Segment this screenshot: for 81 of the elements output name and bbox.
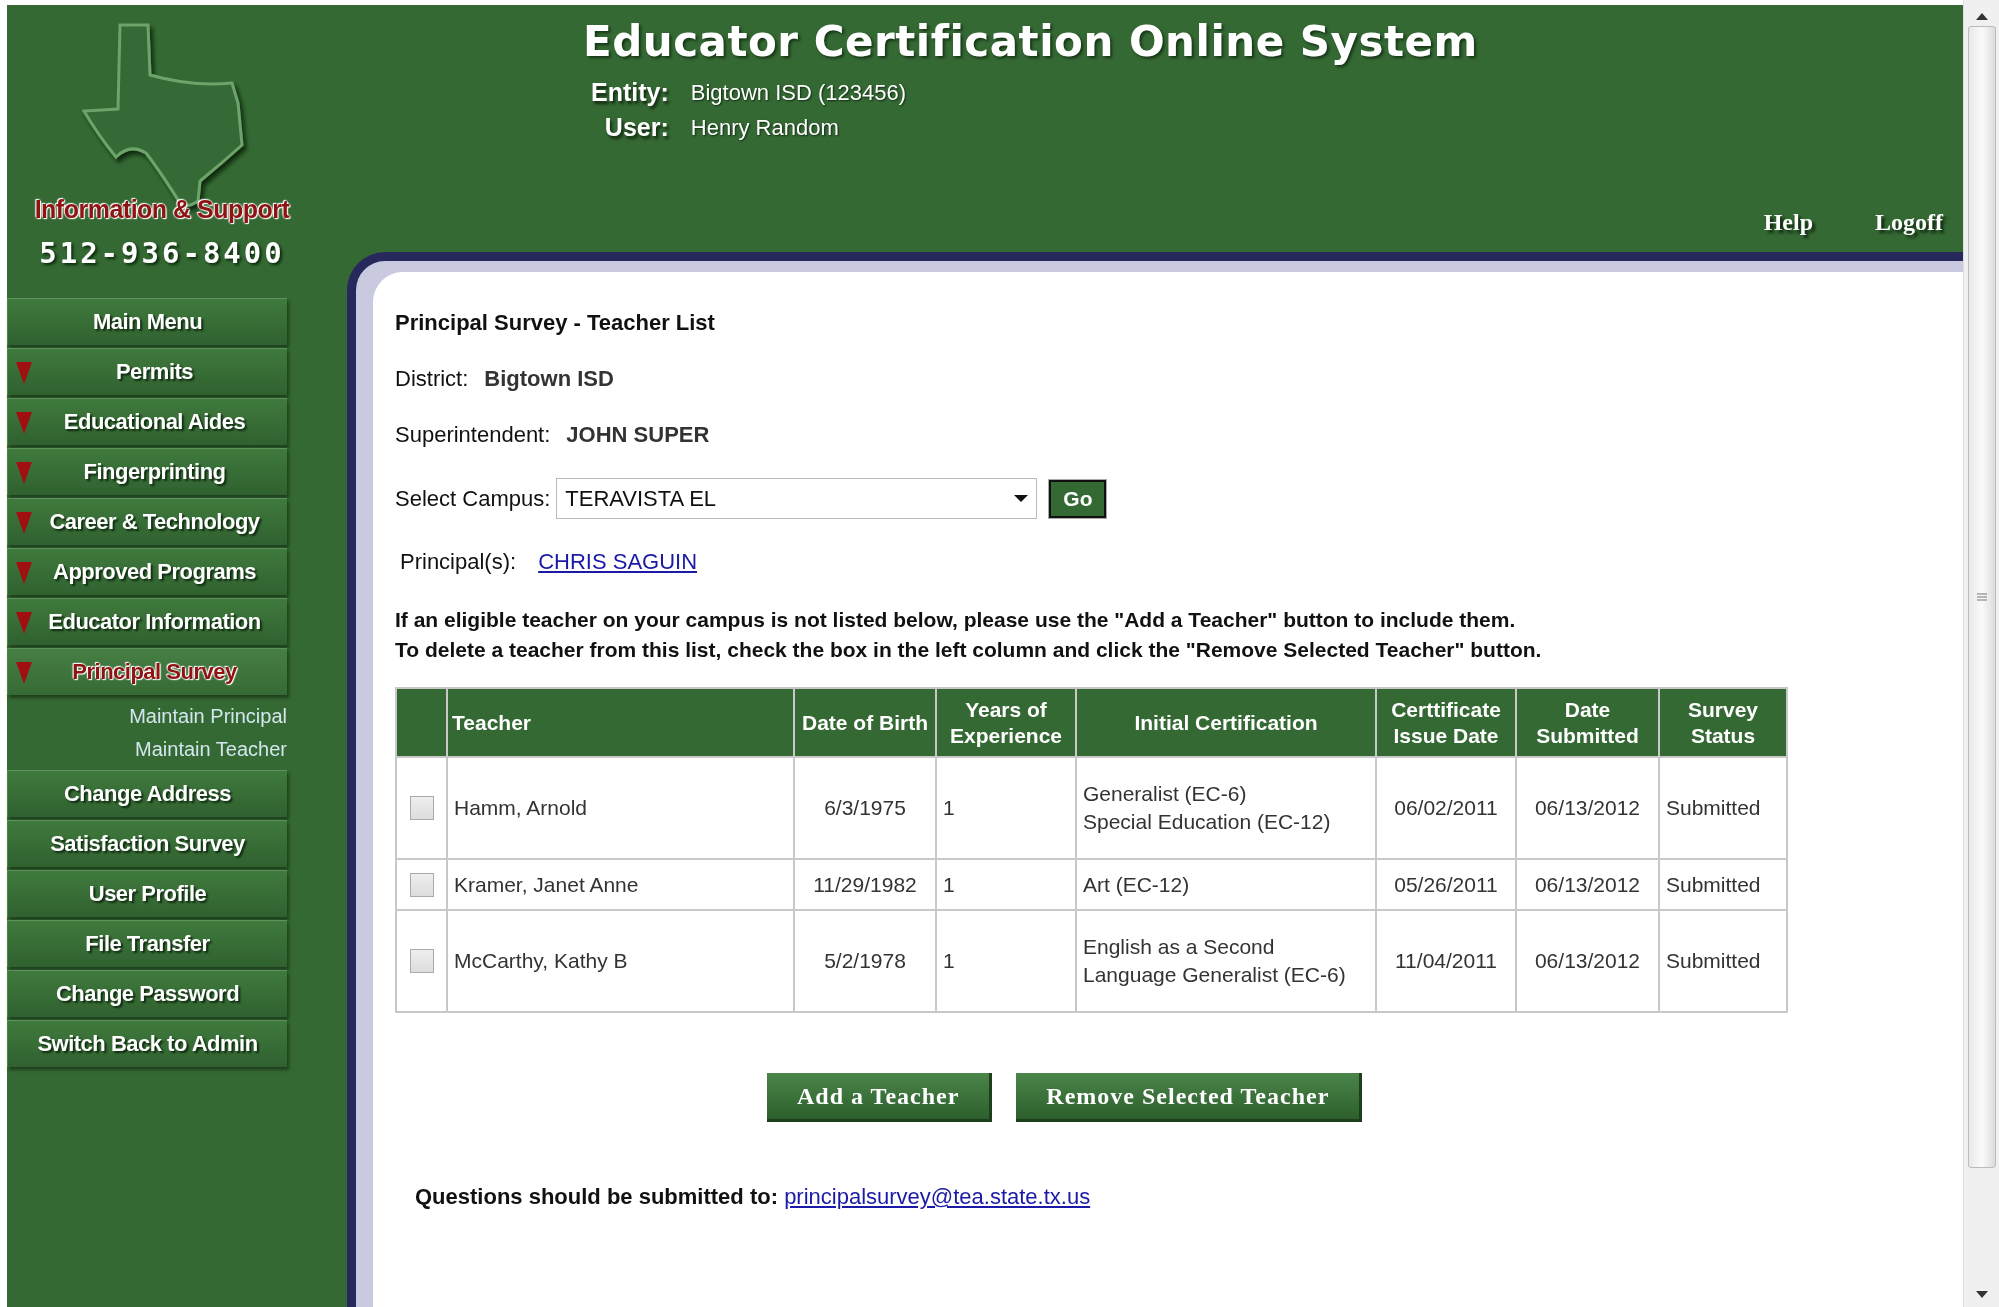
remove-teacher-button[interactable]: Remove Selected Teacher: [1016, 1073, 1363, 1122]
instruction-text: To delete a teacher from this list, check the box in the left column and click the "Remove Selected Teacher" button.: [395, 637, 1543, 663]
table-cell: English as a Second Language Generalist (EC-6): [1076, 910, 1376, 1012]
add-teacher-button[interactable]: Add a Teacher: [767, 1073, 993, 1122]
principals-label: Principal(s):: [400, 549, 517, 575]
sidebar-item[interactable]: User Profile: [7, 870, 287, 917]
table-cell: Hamm, Arnold: [447, 757, 794, 859]
row-checkbox[interactable]: [409, 796, 434, 820]
site-title: Educator Certification Online System: [583, 17, 1478, 66]
scrollbar-thumb[interactable]: [1967, 26, 1996, 1168]
table-cell: 05/26/2011: [1376, 859, 1516, 910]
submenu-item[interactable]: Maintain Principal: [129, 700, 287, 733]
support-label: Information & Support: [34, 195, 290, 224]
campus-label: Select Campus:: [395, 485, 551, 512]
submenu-item[interactable]: Maintain Teacher: [135, 733, 287, 766]
table-cell: Submitted: [1659, 757, 1787, 859]
superintendent-value: JOHN SUPER: [566, 422, 710, 448]
column-header: Teacher: [447, 688, 794, 757]
sidebar-item[interactable]: Permits: [7, 348, 287, 395]
instruction-text: If an eligible teacher on your campus is not listed below, please use the "Add a Teacher" button to include them.: [395, 607, 1517, 633]
sidebar-item[interactable]: Satisfaction Survey: [7, 820, 287, 867]
column-header: Date of Birth: [794, 688, 936, 757]
table-cell: Kramer, Janet Anne: [447, 859, 794, 910]
column-header: Years of Experience: [936, 688, 1076, 757]
caret-icon: [16, 362, 32, 384]
table-cell: Submitted: [1659, 910, 1787, 1012]
footer-text: Questions should be submitted to: principalsurvey@tea.state.tx.us: [415, 1184, 1091, 1210]
sidebar-item[interactable]: Educator Information: [7, 598, 287, 645]
table-cell: 5/2/1978: [794, 910, 936, 1012]
table-cell: 06/13/2012: [1516, 757, 1659, 859]
sidebar-item[interactable]: Fingerprinting: [7, 448, 287, 495]
sidebar-item[interactable]: Approved Programs: [7, 548, 287, 595]
table-cell: 11/04/2011: [1376, 910, 1516, 1012]
header-link[interactable]: Help: [1763, 209, 1813, 236]
caret-icon: [16, 412, 32, 434]
user-label: User:: [604, 113, 669, 142]
table-cell: 06/02/2011: [1376, 757, 1516, 859]
go-button[interactable]: Go: [1049, 479, 1107, 518]
phone-number: 512-936-8400: [39, 236, 285, 270]
column-header: Certtificate Issue Date: [1376, 688, 1516, 757]
sidebar-item[interactable]: Educational Aides: [7, 398, 287, 445]
table-cell: 1: [936, 910, 1076, 1012]
email-link[interactable]: principalsurvey@tea.state.tx.us: [784, 1184, 1091, 1209]
column-header: Initial Certification: [1076, 688, 1376, 757]
caret-icon: [16, 512, 32, 534]
row-checkbox[interactable]: [409, 872, 434, 897]
superintendent-label: Superintendent:: [395, 422, 551, 448]
district-label: District:: [395, 366, 469, 392]
table-cell: 1: [936, 859, 1076, 910]
caret-icon: [16, 562, 32, 584]
grip-icon: [1975, 593, 1988, 601]
column-header: Date Submitted: [1516, 688, 1659, 757]
sidebar-item[interactable]: Main Menu: [7, 298, 287, 345]
caret-icon: [16, 662, 32, 684]
table-cell: Submitted: [1659, 859, 1787, 910]
page-title: Principal Survey - Teacher List: [395, 310, 715, 336]
dropdown-arrow-icon: [1014, 495, 1029, 502]
district-value: Bigtown ISD: [484, 366, 614, 392]
sidebar-item[interactable]: File Transfer: [7, 920, 287, 967]
entity-value: Bigtown ISD (123456): [690, 79, 906, 106]
table-cell: 6/3/1975: [794, 757, 936, 859]
caret-icon: [16, 612, 32, 634]
caret-icon: [16, 462, 32, 484]
entity-label: Entity:: [591, 78, 669, 107]
user-value: Henry Random: [690, 114, 839, 141]
table-cell: 11/29/1982: [794, 859, 936, 910]
sidebar-item[interactable]: Change Address: [7, 770, 287, 817]
sidebar-item[interactable]: Switch Back to Admin: [7, 1020, 287, 1067]
sidebar-item[interactable]: Career & Technology: [7, 498, 287, 545]
column-header: Survey Status: [1659, 688, 1787, 757]
principal-link[interactable]: CHRIS SAGUIN: [538, 549, 698, 575]
table-cell: McCarthy, Kathy B: [447, 910, 794, 1012]
table-cell: 06/13/2012: [1516, 910, 1659, 1012]
row-checkbox[interactable]: [409, 949, 434, 973]
table-cell: 06/13/2012: [1516, 859, 1659, 910]
table-cell: Art (EC-12): [1076, 859, 1376, 910]
table-cell: 1: [936, 757, 1076, 859]
header-link[interactable]: Logoff: [1875, 209, 1943, 236]
sidebar-item[interactable]: Change Password: [7, 970, 287, 1017]
table-cell: Generalist (EC-6) Special Education (EC-12): [1076, 757, 1376, 859]
campus-dropdown[interactable]: TERAVISTA EL: [556, 478, 1038, 519]
